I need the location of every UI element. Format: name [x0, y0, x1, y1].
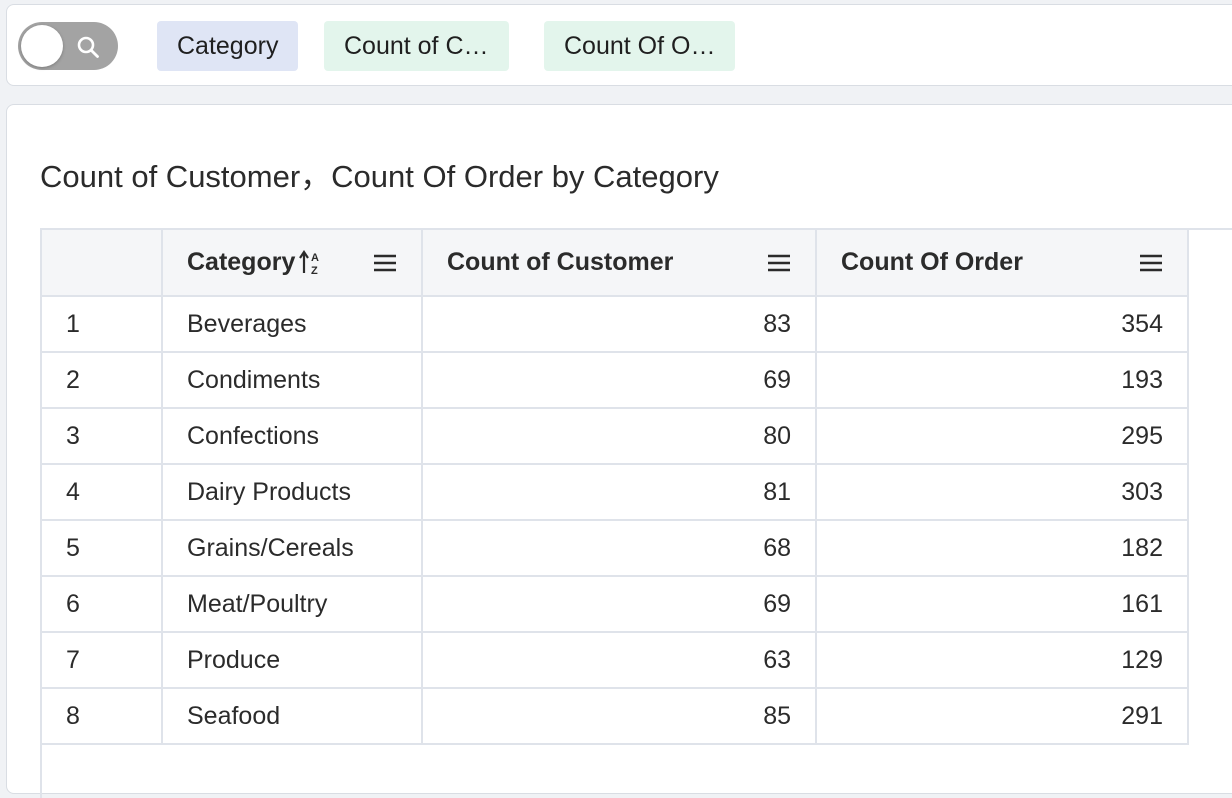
row-index: 2: [42, 352, 163, 409]
header-count-of-customer-label: Count of Customer: [447, 248, 674, 276]
table-row[interactable]: 7 Produce 63 129: [42, 632, 1189, 689]
row-index: 5: [42, 520, 163, 577]
row-count-of-order: 129: [816, 632, 1189, 689]
table-row[interactable]: 1 Beverages 83 354: [42, 296, 1189, 353]
table-row[interactable]: 3 Confections 80 295: [42, 408, 1189, 465]
row-count-of-customer: 69: [422, 576, 817, 633]
row-category: Dairy Products: [162, 464, 423, 521]
row-count-of-order: 291: [816, 688, 1189, 745]
row-category: Grains/Cereals: [162, 520, 423, 577]
svg-text:Z: Z: [311, 265, 318, 277]
chart-title: Count of Customer，Count Of Order by Cate…: [40, 159, 719, 194]
chart-panel: Count of Customer，Count Of Order by Cate…: [6, 104, 1232, 798]
row-category: Meat/Poultry: [162, 576, 423, 633]
chip-count-of-customer[interactable]: Count of C…: [324, 21, 509, 71]
row-index: 8: [42, 688, 163, 745]
row-category: Seafood: [162, 688, 423, 745]
search-icon: [77, 36, 99, 58]
header-count-of-order-label: Count Of Order: [841, 248, 1023, 276]
row-count-of-customer: 63: [422, 632, 817, 689]
row-category: Beverages: [162, 296, 423, 353]
field-toolbar: Category Count of C… Count Of O…: [6, 4, 1232, 86]
row-count-of-order: 295: [816, 408, 1189, 465]
table-row[interactable]: 2 Condiments 69 193: [42, 352, 1189, 409]
table-row[interactable]: 4 Dairy Products 81 303: [42, 464, 1189, 521]
table-row[interactable]: 8 Seafood 85 291: [42, 688, 1189, 745]
header-index: [42, 230, 163, 297]
data-grid: Category A Z Count of Customer Count Of …: [40, 228, 1232, 798]
row-count-of-order: 193: [816, 352, 1189, 409]
search-toggle[interactable]: [18, 22, 118, 70]
row-count-of-customer: 81: [422, 464, 817, 521]
chip-count-of-order[interactable]: Count Of O…: [544, 21, 736, 71]
row-category: Condiments: [162, 352, 423, 409]
sort-a-z-icon[interactable]: A Z: [299, 249, 325, 277]
toggle-knob: [21, 25, 63, 67]
row-count-of-order: 182: [816, 520, 1189, 577]
data-table: Category A Z Count of Customer Count Of …: [42, 230, 1189, 745]
svg-text:A: A: [311, 252, 319, 264]
table-row[interactable]: 5 Grains/Cereals 68 182: [42, 520, 1189, 577]
row-index: 3: [42, 408, 163, 465]
menu-icon[interactable]: [1139, 253, 1163, 273]
row-count-of-order: 161: [816, 576, 1189, 633]
header-category-label: Category: [187, 248, 296, 276]
row-count-of-customer: 85: [422, 688, 817, 745]
row-count-of-order: 303: [816, 464, 1189, 521]
table-header-row: Category A Z Count of Customer Count Of …: [42, 230, 1189, 297]
row-category: Confections: [162, 408, 423, 465]
header-count-of-order[interactable]: Count Of Order: [816, 230, 1189, 297]
row-category: Produce: [162, 632, 423, 689]
chip-category[interactable]: Category: [157, 21, 299, 71]
row-count-of-customer: 83: [422, 296, 817, 353]
row-index: 7: [42, 632, 163, 689]
row-count-of-customer: 68: [422, 520, 817, 577]
row-count-of-customer: 80: [422, 408, 817, 465]
menu-icon[interactable]: [373, 253, 397, 273]
header-count-of-customer[interactable]: Count of Customer: [422, 230, 817, 297]
table-row[interactable]: 6 Meat/Poultry 69 161: [42, 576, 1189, 633]
row-index: 1: [42, 296, 163, 353]
row-index: 6: [42, 576, 163, 633]
menu-icon[interactable]: [767, 253, 791, 273]
table-body: 1 Beverages 83 354 2 Condiments 69 193 3…: [42, 296, 1189, 745]
row-count-of-customer: 69: [422, 352, 817, 409]
row-count-of-order: 354: [816, 296, 1189, 353]
row-index: 4: [42, 464, 163, 521]
header-category[interactable]: Category A Z: [162, 230, 423, 297]
